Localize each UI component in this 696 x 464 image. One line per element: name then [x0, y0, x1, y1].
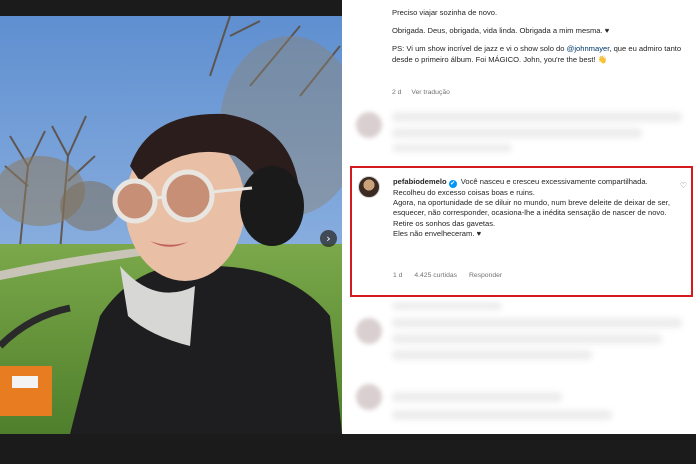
- blurred-comment-line: [392, 318, 682, 328]
- blurred-comment-line: [392, 128, 642, 138]
- photo-illustration: [0, 16, 342, 434]
- blurred-avatar: [356, 112, 382, 138]
- caption-line-3: PS: Vi um show incrível de jazz e vi o s…: [392, 44, 692, 64]
- verified-badge-icon: ✔: [448, 180, 457, 188]
- blurred-comment-line: [392, 350, 592, 360]
- post-photo[interactable]: ›: [0, 16, 342, 434]
- blurred-avatar: [356, 384, 382, 410]
- blurred-comment-line: [392, 334, 662, 344]
- see-translation-link[interactable]: Ver tradução: [411, 89, 450, 96]
- comment-age: 1 d: [393, 272, 403, 279]
- blurred-comment-line: [392, 392, 562, 402]
- next-photo-button[interactable]: ›: [320, 230, 337, 247]
- mention-link[interactable]: @johnmayer: [567, 44, 610, 53]
- reply-button[interactable]: Responder: [469, 272, 502, 279]
- blurred-view-replies: [392, 302, 502, 310]
- caption-line-1: Preciso viajar sozinha de novo.: [392, 8, 498, 17]
- comment-username[interactable]: pefabiodemelo: [393, 177, 447, 186]
- chevron-right-icon: ›: [326, 232, 331, 245]
- caption-line-2: Obrigada. Deus, obrigada, vida linda. Ob…: [392, 26, 610, 36]
- caption-age: 2 d: [392, 89, 402, 96]
- caption-ps-text: PS: Vi um show incrível de jazz e vi o s…: [392, 44, 567, 54]
- comment-text-line-1: Você nasceu e cresceu excessivamente com…: [460, 177, 648, 186]
- blurred-comment-line: [392, 112, 682, 122]
- commenter-avatar[interactable]: [358, 176, 380, 198]
- comment-text-line-4: Retire os sonhos das gavetas.: [393, 218, 496, 228]
- blurred-comment-line: [392, 144, 512, 152]
- comment-meta: 1 d 4.425 curtidas Responder: [393, 272, 512, 279]
- comment-text-line-5: Eles não envelheceram. ♥: [393, 228, 482, 238]
- caption-meta: 2 d Ver tradução: [392, 89, 458, 96]
- highlighted-comment: pefabiodemelo ✔ Você nasceu e cresceu exc…: [350, 166, 693, 297]
- heart-icon[interactable]: ♡: [680, 181, 687, 190]
- comment-text-line-2: Recolheu do excesso coisas boas e ruins.: [393, 188, 535, 197]
- comment-text-line-3: Agora, na oportunidade de se diluir no m…: [393, 198, 670, 218]
- bottom-letterbox: [0, 434, 696, 464]
- blurred-comment-line: [392, 410, 612, 420]
- comment-likes[interactable]: 4.425 curtidas: [414, 272, 457, 279]
- blurred-avatar: [356, 318, 382, 344]
- post-caption: Preciso viajar sozinha de novo. Obrigada…: [392, 8, 692, 73]
- comment-body: pefabiodemelo ✔ Você nasceu e cresceu exc…: [393, 177, 681, 239]
